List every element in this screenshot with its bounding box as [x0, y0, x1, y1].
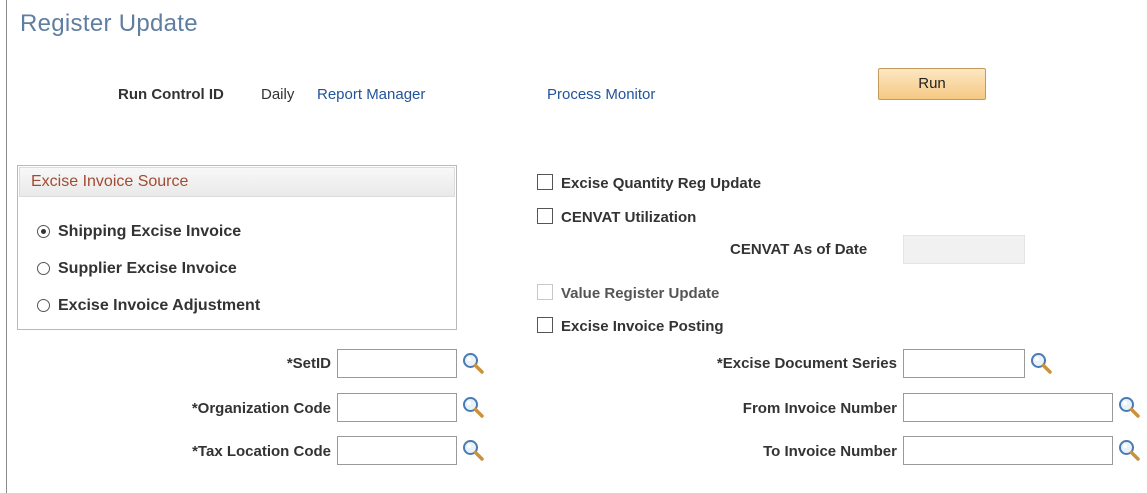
to-invoice-number-input[interactable]	[903, 436, 1113, 465]
value-register-update-checkbox	[537, 284, 553, 300]
excise-document-series-lookup-icon[interactable]	[1029, 351, 1053, 375]
excise-invoice-adjustment-radio[interactable]	[37, 299, 50, 312]
to-invoice-number-lookup-icon[interactable]	[1117, 438, 1141, 462]
report-manager-link[interactable]: Report Manager	[317, 86, 425, 103]
to-invoice-number-label: To Invoice Number	[763, 443, 897, 460]
page-title: Register Update	[20, 10, 198, 37]
excise-document-series-label: *Excise Document Series	[716, 355, 897, 372]
setid-input[interactable]	[337, 349, 457, 378]
run-control-id-label: Run Control ID	[118, 86, 224, 103]
cenvat-utilization-checkbox[interactable]	[537, 208, 553, 224]
shipping-excise-invoice-label: Shipping Excise Invoice	[58, 223, 242, 240]
excise-invoice-posting-label: Excise Invoice Posting	[561, 318, 724, 335]
from-invoice-number-label: From Invoice Number	[742, 400, 897, 417]
excise-quantity-reg-update-checkbox[interactable]	[537, 174, 553, 190]
excise-quantity-reg-update-label: Excise Quantity Reg Update	[561, 175, 762, 192]
cenvat-utilization-label: CENVAT Utilization	[561, 209, 697, 226]
organization-code-lookup-icon[interactable]	[461, 395, 485, 419]
tax-location-code-input[interactable]	[337, 436, 457, 465]
tax-location-code-label: *Tax Location Code	[192, 443, 331, 460]
setid-lookup-icon[interactable]	[461, 351, 485, 375]
organization-code-label: *Organization Code	[191, 400, 331, 417]
supplier-excise-invoice-label: Supplier Excise Invoice	[58, 260, 237, 277]
value-register-update-label: Value Register Update	[561, 285, 720, 302]
run-control-id-value: Daily	[261, 86, 295, 103]
supplier-excise-invoice-radio[interactable]	[37, 262, 50, 275]
process-monitor-link[interactable]: Process Monitor	[547, 86, 655, 103]
cenvat-as-of-date-label: CENVAT As of Date	[730, 241, 868, 258]
tax-location-code-lookup-icon[interactable]	[461, 438, 485, 462]
page-frame-border	[6, 0, 7, 493]
excise-invoice-posting-checkbox[interactable]	[537, 317, 553, 333]
excise-invoice-source-header: Excise Invoice Source	[19, 167, 455, 197]
run-button[interactable]: Run	[878, 68, 986, 100]
setid-label: *SetID	[286, 355, 331, 372]
organization-code-input[interactable]	[337, 393, 457, 422]
cenvat-as-of-date-field	[903, 235, 1025, 264]
from-invoice-number-lookup-icon[interactable]	[1117, 395, 1141, 419]
excise-invoice-adjustment-label: Excise Invoice Adjustment	[58, 297, 261, 314]
excise-document-series-input[interactable]	[903, 349, 1025, 378]
shipping-excise-invoice-radio[interactable]	[37, 225, 50, 238]
from-invoice-number-input[interactable]	[903, 393, 1113, 422]
